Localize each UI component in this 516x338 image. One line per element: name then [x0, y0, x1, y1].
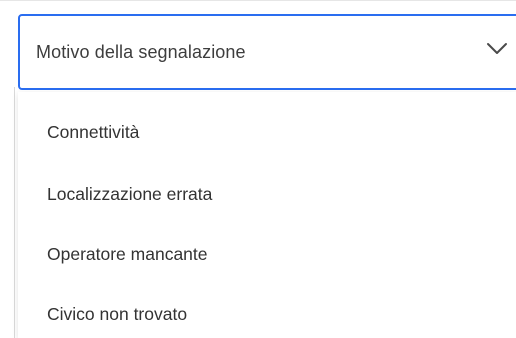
underlying-field-edge [14, 87, 15, 338]
underlying-divider [0, 0, 516, 1]
select-placeholder: Motivo della segnalazione [36, 42, 246, 62]
dropdown-menu: Connettività Localizzazione errata Opera… [18, 92, 516, 338]
page: Motivo della segnalazione Connettività L… [0, 0, 516, 338]
option-label: Connettività [47, 122, 140, 142]
option-label: Civico non trovato [47, 304, 188, 324]
option-connettivita[interactable]: Connettività [18, 102, 516, 158]
option-label: Localizzazione errata [47, 184, 213, 204]
chevron-down-icon[interactable] [486, 42, 508, 56]
option-civico-non-trovato[interactable]: Civico non trovato [18, 284, 516, 338]
option-operatore-mancante[interactable]: Operatore mancante [18, 224, 516, 280]
report-reason-select[interactable]: Motivo della segnalazione [18, 14, 516, 90]
option-label: Operatore mancante [47, 244, 208, 264]
option-localizzazione-errata[interactable]: Localizzazione errata [18, 164, 516, 220]
